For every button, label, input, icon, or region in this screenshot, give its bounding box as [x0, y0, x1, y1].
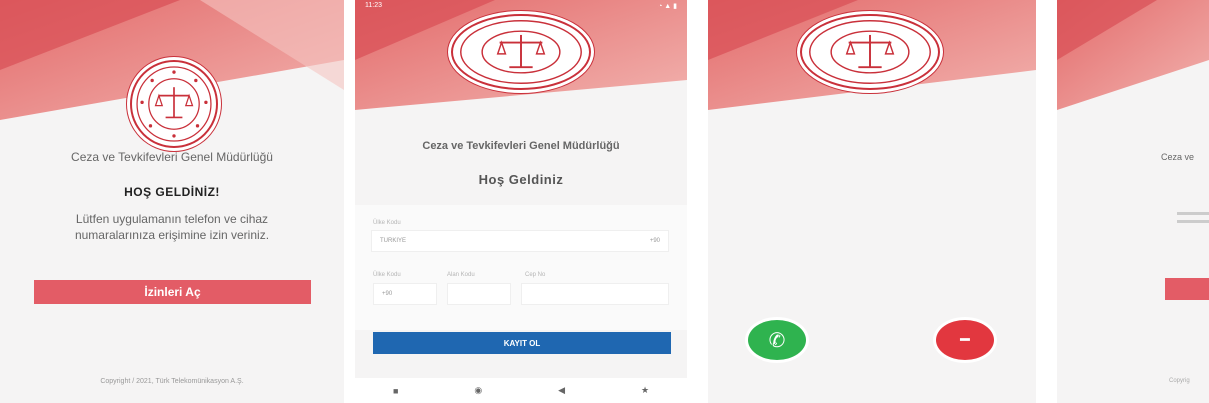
status-bar: 11:23 ◔ ▲ ▮: [355, 0, 687, 12]
ministry-seal-logo: [130, 60, 218, 148]
organization-name: Ceza ve Tevkifevleri Genel Müdürlüğü: [422, 140, 620, 152]
status-icons: ◔ ▲ ▮: [658, 3, 677, 10]
permission-description: Lütfen uygulamanın telefon ve cihaz numa…: [74, 212, 270, 242]
enable-permissions-button[interactable]: İzinleri Aç: [34, 280, 311, 304]
decline-call-button[interactable]: ━: [936, 320, 994, 360]
country-code-input[interactable]: +90: [373, 283, 437, 305]
status-time: 11:23: [365, 2, 382, 9]
header-background: [1057, 0, 1209, 110]
phone-label: Cep No: [525, 272, 546, 278]
enable-permissions-button-partial[interactable]: [1165, 278, 1209, 300]
welcome-screen-cropped: Ceza ve Copyrig: [1057, 0, 1209, 403]
area-label: Alan Kodu: [447, 272, 475, 278]
welcome-heading: HOŞ GELDİNİZ!: [124, 185, 220, 199]
register-button[interactable]: KAYIT OL: [373, 332, 671, 354]
area-code-label: Ülke Kodu: [373, 272, 401, 278]
country-select[interactable]: TURKIYE +90: [371, 230, 669, 252]
description-partial: [1177, 212, 1209, 215]
area-code-input[interactable]: [447, 283, 511, 305]
copyright-text: Copyright / 2021, Türk Telekomünikasyon …: [100, 378, 244, 385]
country-field-label: Ülke Kodu: [373, 220, 401, 226]
accept-call-button[interactable]: ✆: [748, 320, 806, 360]
incoming-call-screen: ✆ ━: [708, 0, 1036, 403]
organization-name: Ceza ve Tevkifevleri Genel Müdürlüğü: [71, 150, 273, 164]
phone-accept-icon: ✆: [768, 329, 786, 352]
back-icon[interactable]: ◀: [558, 385, 565, 396]
recent-apps-icon[interactable]: ■: [393, 386, 398, 396]
country-code: +90: [649, 238, 660, 244]
android-nav-bar: ■ ◉ ◀ ★: [355, 378, 687, 403]
phone-decline-icon: ━: [960, 332, 970, 349]
home-icon[interactable]: ◉: [474, 385, 482, 396]
ministry-seal-logo: [451, 14, 591, 90]
country-value: TURKIYE: [380, 238, 407, 244]
welcome-screen-permissions: Ceza ve Tevkifevleri Genel Müdürlüğü HOŞ…: [0, 0, 344, 403]
organization-name-partial: Ceza ve: [1161, 152, 1195, 162]
phone-number-input[interactable]: [521, 283, 669, 305]
accessibility-icon[interactable]: ★: [641, 385, 649, 396]
registration-screen: 11:23 ◔ ▲ ▮ Ceza ve Tevkifevleri Genel M…: [355, 0, 687, 403]
welcome-heading: Hoş Geldiniz: [478, 172, 564, 187]
copyright-partial: Copyrig: [1169, 378, 1190, 384]
description-partial-2: [1177, 220, 1209, 223]
ministry-seal-logo: [800, 14, 940, 90]
